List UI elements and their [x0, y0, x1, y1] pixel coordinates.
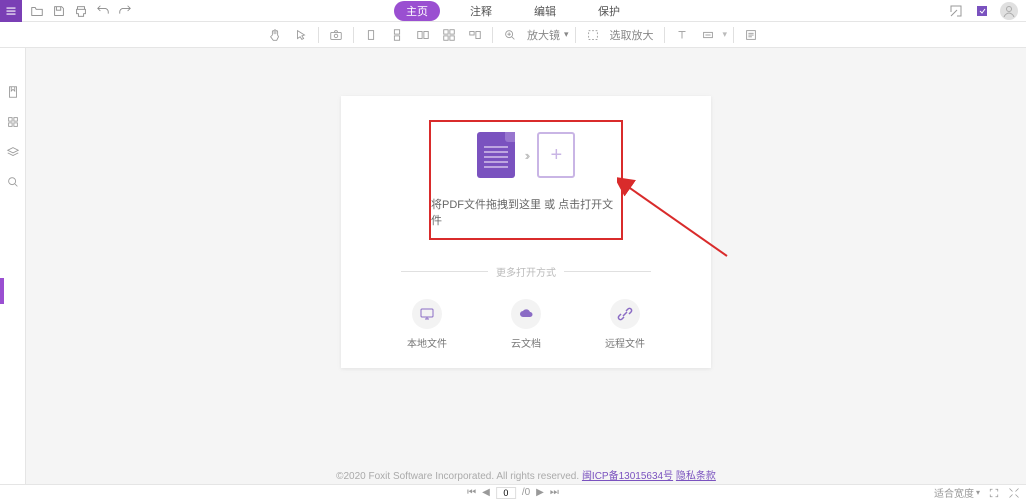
top-menubar: 主页 注释 编辑 保护: [0, 0, 1026, 22]
drop-text: 将PDF文件拖拽到这里 或 点击打开文件: [431, 196, 621, 228]
fullscreen-icon[interactable]: [974, 3, 990, 19]
zoom-controls: 适合宽度 ▾: [934, 485, 1020, 500]
status-bar: ⏮ ◀ /0 ▶ ⏭ 适合宽度 ▾: [0, 484, 1026, 500]
quick-access-toolbar: [30, 4, 132, 18]
magnifier-icon: [499, 24, 521, 46]
arrow-icon: ››: [525, 148, 528, 163]
save-icon[interactable]: [52, 4, 66, 18]
page-navigator: ⏮ ◀ /0 ▶ ⏭: [467, 487, 559, 499]
open-local-button[interactable]: 本地文件: [407, 299, 447, 350]
share-icon[interactable]: [948, 3, 964, 19]
fit-width-button[interactable]: 适合宽度 ▾: [934, 485, 980, 500]
open-icon[interactable]: [30, 4, 44, 18]
topbar-right: [948, 2, 1018, 20]
add-placeholder-icon: +: [537, 132, 575, 178]
print-icon[interactable]: [74, 4, 88, 18]
left-sidebar: [0, 48, 26, 484]
thumbnails-icon[interactable]: [5, 114, 21, 130]
monitor-icon: [412, 299, 442, 329]
document-workspace: ›› + 将PDF文件拖拽到这里 或 点击打开文件 更多打开方式 本地文件: [26, 48, 1026, 484]
hand-tool-icon[interactable]: [264, 24, 286, 46]
separator: [575, 27, 576, 43]
page-total: /0: [522, 487, 530, 498]
drop-zone[interactable]: ›› + 将PDF文件拖拽到这里 或 点击打开文件: [429, 120, 623, 240]
icp-link[interactable]: 闽ICP备13015634号: [582, 471, 673, 482]
ribbon-toolbar: 放大镜 ▾ 选取放大 ▾: [0, 22, 1026, 48]
facing-continuous-icon[interactable]: [438, 24, 460, 46]
main-tabs: 主页 注释 编辑 保护: [394, 1, 632, 21]
separator: [492, 27, 493, 43]
single-page-icon[interactable]: [360, 24, 382, 46]
marquee-zoom-tool[interactable]: 选取放大: [582, 24, 658, 46]
cover-page-icon[interactable]: [464, 24, 486, 46]
copyright-footer: ©2020 Foxit Software Incorporated. All r…: [26, 467, 1026, 482]
separator: [318, 27, 319, 43]
link-icon: [610, 299, 640, 329]
more-ways-divider: 更多打开方式: [401, 264, 651, 279]
first-page-icon[interactable]: ⏮: [467, 487, 476, 498]
typewriter-icon[interactable]: [697, 24, 719, 46]
redo-icon[interactable]: [118, 4, 132, 18]
separator: [664, 27, 665, 43]
undo-icon[interactable]: [96, 4, 110, 18]
prev-page-icon[interactable]: ◀: [482, 487, 490, 498]
marquee-zoom-icon: [582, 24, 604, 46]
user-avatar[interactable]: [1000, 2, 1018, 20]
cloud-icon: [511, 299, 541, 329]
search-icon[interactable]: [5, 174, 21, 190]
tab-home[interactable]: 主页: [394, 1, 440, 21]
page-number-input[interactable]: [496, 487, 516, 499]
layers-icon[interactable]: [5, 144, 21, 160]
next-page-icon[interactable]: ▶: [536, 487, 544, 498]
drop-illustration: ›› +: [477, 132, 576, 178]
separator: [353, 27, 354, 43]
text-tool-icon[interactable]: [671, 24, 693, 46]
fit-page-icon[interactable]: [988, 487, 1000, 499]
tab-comment[interactable]: 注释: [458, 1, 504, 21]
tab-edit[interactable]: 编辑: [522, 1, 568, 21]
separator: [733, 27, 734, 43]
pdf-document-icon: [477, 132, 515, 178]
menu-button[interactable]: [0, 0, 22, 22]
select-tool-icon[interactable]: [290, 24, 312, 46]
last-page-icon[interactable]: ⏭: [550, 487, 559, 498]
continuous-icon[interactable]: [386, 24, 408, 46]
fullscreen-toggle-icon[interactable]: [1008, 487, 1020, 499]
facing-icon[interactable]: [412, 24, 434, 46]
welcome-card: ›› + 将PDF文件拖拽到这里 或 点击打开文件 更多打开方式 本地文件: [341, 96, 711, 368]
sidebar-active-marker: [0, 278, 4, 304]
form-tool-icon[interactable]: [740, 24, 762, 46]
snapshot-icon[interactable]: [325, 24, 347, 46]
annotation-arrow: [617, 176, 737, 266]
tab-protect[interactable]: 保护: [586, 1, 632, 21]
privacy-link[interactable]: 隐私条款: [676, 471, 716, 482]
magnifier-tool[interactable]: 放大镜 ▾: [499, 24, 569, 46]
open-cloud-button[interactable]: 云文档: [511, 299, 541, 350]
bookmarks-icon[interactable]: [5, 84, 21, 100]
open-options: 本地文件 云文档 远程文件: [341, 299, 711, 350]
magnifier-label: 放大镜: [523, 27, 564, 43]
topbar-left: [0, 0, 132, 21]
marquee-zoom-label: 选取放大: [606, 27, 658, 43]
open-remote-button[interactable]: 远程文件: [605, 299, 645, 350]
